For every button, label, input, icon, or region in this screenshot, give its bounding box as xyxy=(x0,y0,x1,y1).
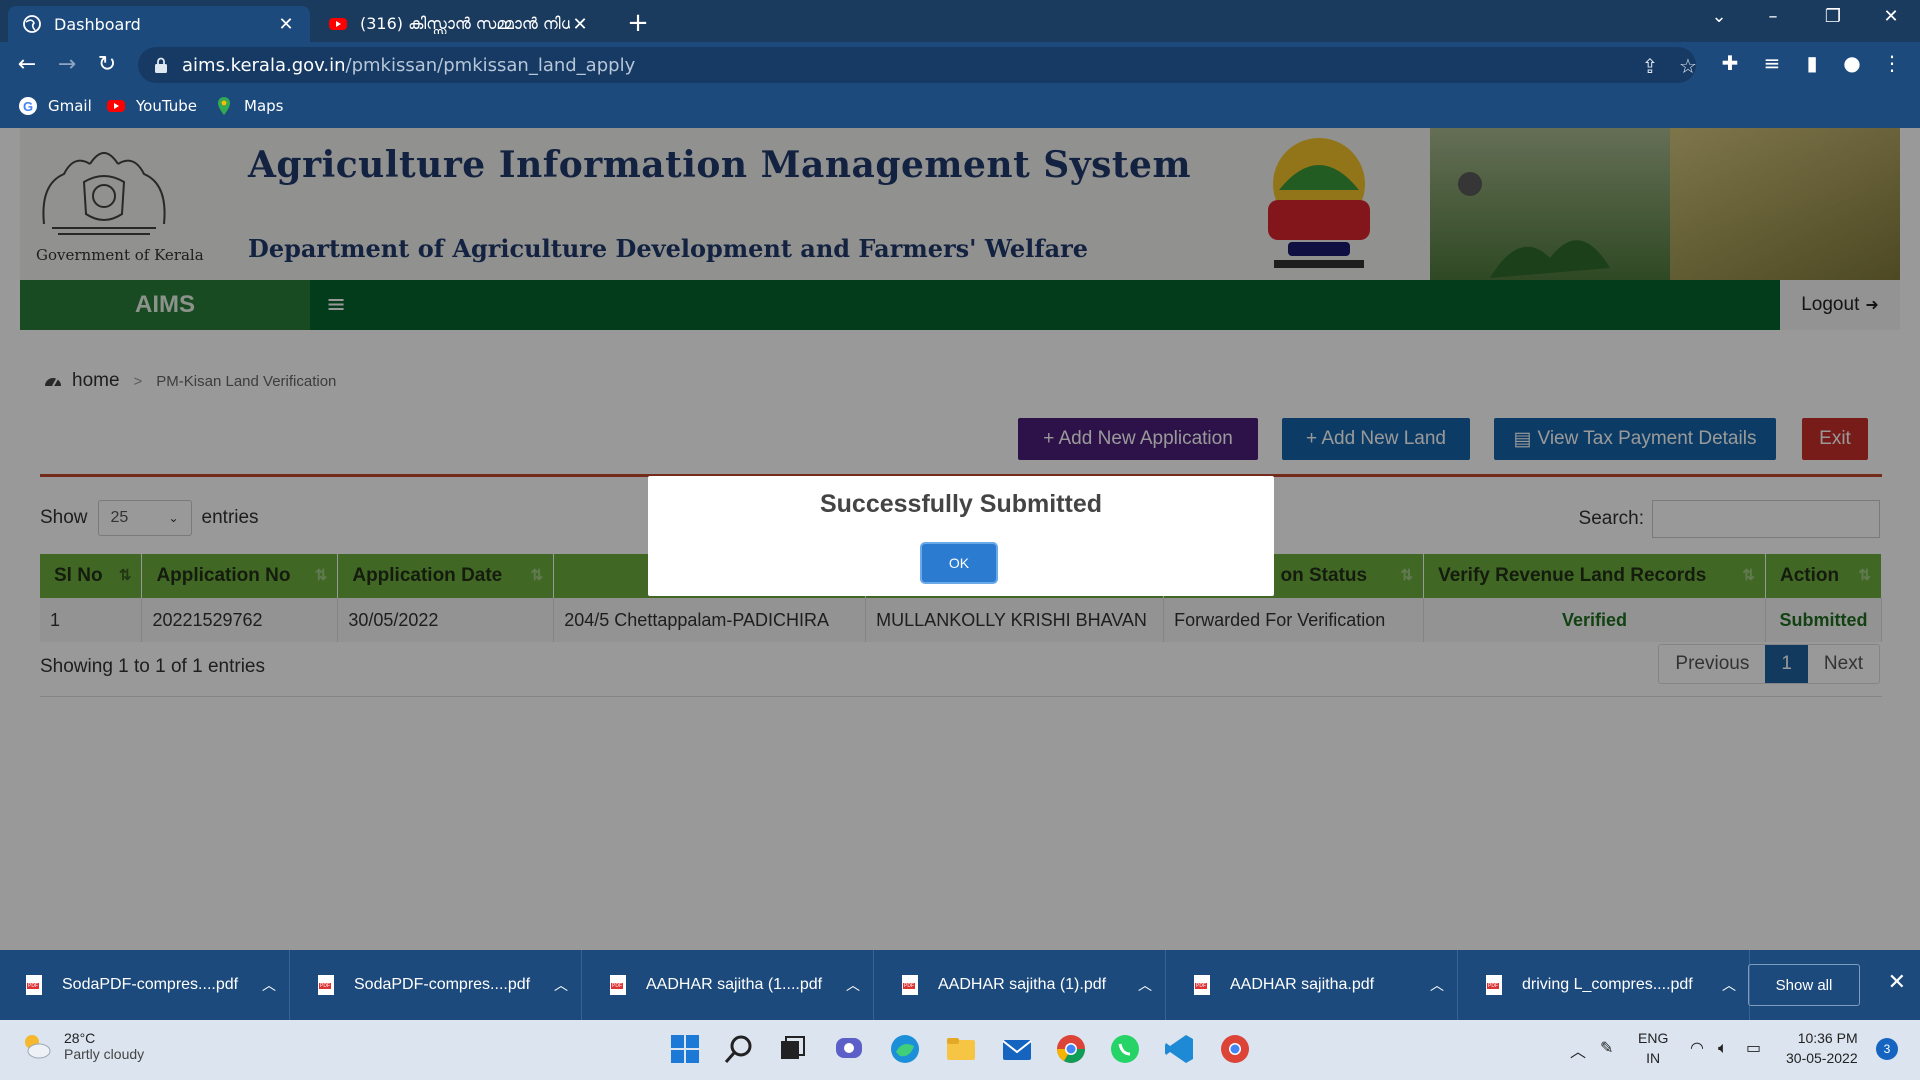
chevron-up-icon[interactable]: ︿ xyxy=(1417,975,1457,995)
search-icon[interactable] xyxy=(722,1032,756,1066)
lock-icon xyxy=(155,57,167,73)
success-dialog: Successfully Submitted OK xyxy=(648,476,1274,596)
tab-youtube[interactable]: (316) കിസ്സാൻ സമ്മാൻ നിധി ✕ xyxy=(314,6,604,42)
pdf-icon xyxy=(318,975,334,995)
chrome-icon[interactable] xyxy=(1054,1032,1088,1066)
mail-icon[interactable] xyxy=(1000,1032,1034,1066)
menu-icon[interactable]: ⋮ xyxy=(1878,51,1906,75)
globe-icon xyxy=(23,15,41,33)
extensions-icon[interactable]: ✚ xyxy=(1716,51,1744,75)
svg-text:G: G xyxy=(23,99,33,114)
bookmark-label: YouTube xyxy=(136,97,197,115)
chevron-up-icon[interactable]: ︿ xyxy=(1125,975,1165,995)
temperature: 28°C xyxy=(64,1030,96,1046)
window-close-icon[interactable]: ✕ xyxy=(1876,6,1906,27)
volume-icon[interactable]: 🔈︎ xyxy=(1718,1038,1728,1058)
close-icon[interactable]: ✕ xyxy=(276,14,296,35)
pdf-icon xyxy=(610,975,626,995)
forward-icon[interactable]: → xyxy=(52,50,82,80)
tab-dashboard[interactable]: Dashboard ✕ xyxy=(8,6,310,42)
url-host: aims.kerala.gov.in xyxy=(182,54,346,76)
pdf-icon xyxy=(1194,975,1210,995)
tab-search-icon[interactable]: ⌄ xyxy=(1704,6,1734,27)
close-icon[interactable]: ✕ xyxy=(570,14,590,35)
chevron-up-icon[interactable]: ︿ xyxy=(541,975,581,995)
whatsapp-icon[interactable] xyxy=(1108,1032,1142,1066)
bookmark-gmail[interactable]: G Gmail xyxy=(18,96,92,116)
file-explorer-icon[interactable] xyxy=(944,1032,978,1066)
vscode-icon[interactable] xyxy=(1162,1032,1196,1066)
bookmark-youtube[interactable]: YouTube xyxy=(106,96,197,116)
share-icon[interactable]: ⇪ xyxy=(1638,54,1662,78)
language-code: ENG xyxy=(1638,1030,1669,1046)
teams-chat-icon[interactable] xyxy=(832,1032,866,1066)
chevron-up-icon[interactable]: ︿ xyxy=(1570,1038,1586,1062)
windows-taskbar: 28°C Partly cloudy ︿ ✎ ENG IN ◠ 🔈︎ ▭ 10:… xyxy=(0,1020,1920,1080)
pen-icon[interactable]: ✎ xyxy=(1600,1038,1613,1057)
address-bar[interactable]: aims.kerala.gov.in/pmkissan/pmkissan_lan… xyxy=(138,47,1697,83)
bookmarks-bar: G Gmail YouTube Maps xyxy=(0,88,1920,128)
ok-button[interactable]: OK xyxy=(922,544,996,582)
download-filename: driving L_compres....pdf xyxy=(1522,976,1693,993)
notification-badge[interactable]: 3 xyxy=(1876,1038,1898,1060)
download-item[interactable]: SodaPDF-compres....pdf ︿ xyxy=(292,950,582,1020)
profile-avatar[interactable]: ● xyxy=(1838,51,1866,75)
new-tab-button[interactable]: + xyxy=(624,8,652,38)
download-item[interactable]: AADHAR sajitha (1).pdf ︿ xyxy=(876,950,1166,1020)
chrome-profile-icon[interactable] xyxy=(1218,1032,1252,1066)
minimize-icon[interactable]: – xyxy=(1758,6,1788,27)
download-filename: AADHAR sajitha.pdf xyxy=(1230,976,1375,993)
download-filename: AADHAR sajitha (1....pdf xyxy=(646,976,823,993)
windows-start-icon[interactable] xyxy=(668,1032,702,1066)
download-filename: AADHAR sajitha (1).pdf xyxy=(938,976,1107,993)
task-view-icon[interactable] xyxy=(776,1032,810,1066)
pdf-icon xyxy=(26,975,42,995)
restore-icon[interactable]: ❐ xyxy=(1818,6,1848,27)
close-icon[interactable]: ✕ xyxy=(1888,970,1906,995)
wifi-icon[interactable]: ◠ xyxy=(1690,1038,1704,1057)
bookmark-maps[interactable]: Maps xyxy=(214,96,283,116)
chevron-up-icon[interactable]: ︿ xyxy=(833,975,873,995)
youtube-icon xyxy=(107,100,125,112)
tab-strip: Dashboard ✕ (316) കിസ്സാൻ സമ്മാൻ നിധി ✕ … xyxy=(0,0,1920,42)
bookmark-label: Gmail xyxy=(48,97,92,115)
dialog-title: Successfully Submitted xyxy=(819,490,1103,518)
browser-toolbar: ← → ↻ aims.kerala.gov.in/pmkissan/pmkiss… xyxy=(0,42,1920,88)
bookmark-label: Maps xyxy=(244,97,284,115)
pdf-icon xyxy=(1486,975,1502,995)
download-bar: SodaPDF-compres....pdf ︿ SodaPDF-compres.… xyxy=(0,950,1920,1020)
chevron-up-icon[interactable]: ︿ xyxy=(1709,975,1749,995)
tab-title: (316) കിസ്സാൻ സമ്മാൻ നിധി xyxy=(360,14,570,33)
page: Government of Kerala Agriculture Informa… xyxy=(0,128,1920,950)
weather-widget[interactable]: 28°C Partly cloudy xyxy=(20,1030,144,1062)
chevron-up-icon[interactable]: ︿ xyxy=(249,975,289,995)
star-icon[interactable]: ☆ xyxy=(1676,54,1700,78)
reload-icon[interactable]: ↻ xyxy=(92,50,122,80)
download-item[interactable]: AADHAR sajitha.pdf ︿ xyxy=(1168,950,1458,1020)
download-item[interactable]: SodaPDF-compres....pdf ︿ xyxy=(0,950,290,1020)
download-filename: SodaPDF-compres....pdf xyxy=(354,976,531,993)
battery-icon[interactable]: ▭ xyxy=(1746,1038,1761,1057)
back-icon[interactable]: ← xyxy=(12,50,42,80)
weather-description: Partly cloudy xyxy=(64,1046,145,1062)
maps-icon xyxy=(218,97,230,115)
tab-title: Dashboard xyxy=(54,14,141,34)
youtube-icon xyxy=(329,18,347,30)
date: 30-05-2022 xyxy=(1786,1050,1858,1066)
google-icon: G xyxy=(19,97,37,115)
url-path: /pmkissan/pmkissan_land_apply xyxy=(345,54,636,76)
pdf-icon xyxy=(902,975,918,995)
clock[interactable]: 10:36 PM 30-05-2022 xyxy=(1786,1028,1858,1068)
language-indicator[interactable]: ENG IN xyxy=(1638,1028,1668,1068)
download-filename: SodaPDF-compres....pdf xyxy=(62,976,239,993)
show-all-button[interactable]: Show all xyxy=(1748,964,1860,1006)
download-item[interactable]: AADHAR sajitha (1....pdf ︿ xyxy=(584,950,874,1020)
download-item[interactable]: driving L_compres....pdf ︿ xyxy=(1460,950,1750,1020)
partly-cloudy-icon xyxy=(25,1035,51,1059)
edge-icon[interactable] xyxy=(888,1032,922,1066)
region-code: IN xyxy=(1646,1050,1661,1066)
media-icon[interactable]: ≡ xyxy=(1758,51,1786,75)
time: 10:36 PM xyxy=(1797,1030,1858,1046)
side-panel-icon[interactable]: ▮ xyxy=(1798,51,1826,75)
